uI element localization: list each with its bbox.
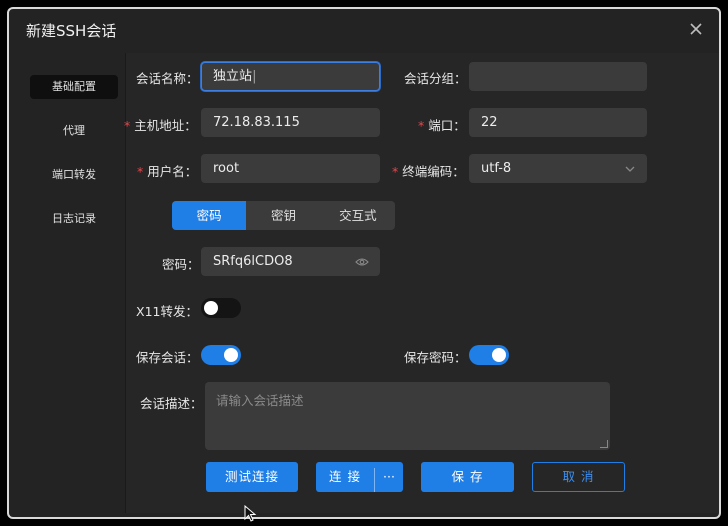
sidebar-item-logging[interactable]: 日志记录 [30,207,118,231]
close-button[interactable] [689,18,703,39]
description-textarea[interactable]: 请输入会话描述 [205,382,610,450]
session-name-label: 会话名称： [136,71,199,86]
settings-sidebar: 基础配置 代理 端口转发 日志记录 [22,53,126,513]
close-icon[interactable] [689,22,703,36]
save-session-label: 保存会话： [136,350,199,365]
password-label: 密码： [162,257,200,272]
username-input[interactable]: root [201,154,380,183]
save-password-toggle[interactable] [469,345,509,365]
save-password-label: 保存密码： [404,350,467,365]
sidebar-item-port-forwarding[interactable]: 端口转发 [30,163,118,187]
session-group-input[interactable] [469,62,647,91]
host-label: * 主机地址： [124,118,197,133]
tab-interactive[interactable]: 交互式 [321,201,395,230]
encoding-select[interactable]: utf-8 [469,154,647,183]
sidebar-item-proxy[interactable]: 代理 [30,119,118,143]
dialog-title: 新建SSH会话 [26,22,117,40]
save-button[interactable]: 保 存 [421,462,514,492]
resize-handle-icon[interactable] [600,440,608,448]
auth-method-segmented: 密码 密钥 交互式 [172,201,395,230]
x11-forward-toggle[interactable] [201,298,241,318]
port-input[interactable]: 22 [469,108,647,137]
description-label: 会话描述： [140,396,203,411]
mouse-pointer-icon [244,505,257,522]
session-name-input[interactable]: 独立站 [201,62,380,91]
encoding-label: * 终端编码： [392,164,465,179]
host-input[interactable]: 72.18.83.115 [201,108,380,137]
eye-icon[interactable] [355,257,369,267]
session-group-label: 会话分组： [404,71,467,86]
password-input[interactable]: SRfq6lCDO8 [201,247,380,276]
test-connection-button[interactable]: 测试连接 [206,462,298,492]
username-label: * 用户名： [137,164,198,179]
tab-password[interactable]: 密码 [172,201,247,230]
cancel-button[interactable]: 取 消 [532,462,625,492]
save-session-toggle[interactable] [201,345,241,365]
tab-key[interactable]: 密钥 [246,201,320,230]
connect-more-button[interactable]: ··· [375,462,403,492]
sidebar-item-basic-config[interactable]: 基础配置 [30,75,118,99]
chevron-down-icon [625,166,635,172]
dialog-titlebar: 新建SSH会话 [9,9,719,53]
x11-forward-label: X11转发： [136,304,198,319]
port-label: * 端口： [418,118,466,133]
